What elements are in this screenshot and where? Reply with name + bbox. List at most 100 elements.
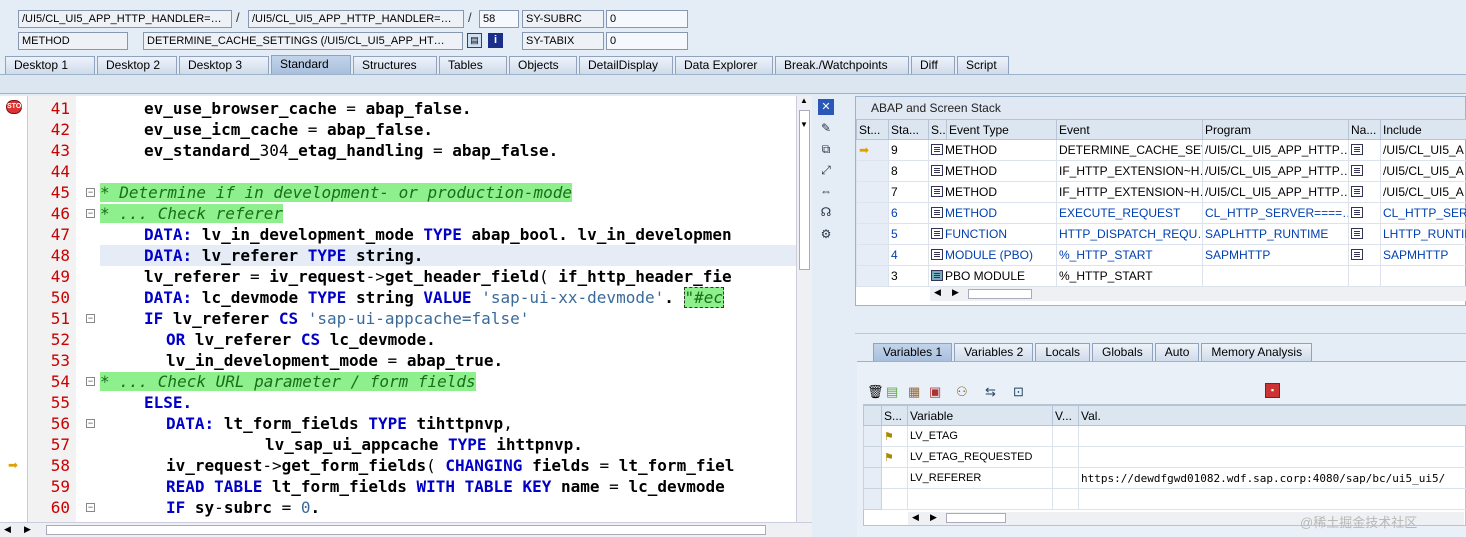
code-line[interactable]: ev_use_icm_cache = abap_false. — [100, 119, 433, 140]
stack-row[interactable]: 6 METHOD EXECUTE_REQUEST CL_HTTP_SERVER====… — [856, 202, 1466, 224]
tab-globals[interactable]: Globals — [1092, 343, 1153, 361]
navigate-icon[interactable] — [1351, 186, 1363, 197]
services-icon[interactable]: ☊ — [818, 204, 834, 220]
variable-row[interactable]: ⚑ LV_ETAG — [863, 425, 1466, 447]
stack-scroll-right-icon[interactable]: ▶ — [952, 287, 959, 298]
var-scroll-left-icon[interactable]: ◀ — [912, 512, 919, 523]
tab-structures[interactable]: Structures — [353, 56, 437, 74]
editor-horizontal-scrollbar[interactable]: ◀ ▶ — [0, 522, 812, 537]
scroll-right-icon[interactable]: ▶ — [24, 524, 31, 535]
hierarchy-icon[interactable]: ⚇ — [956, 384, 968, 400]
breakpoint-gutter[interactable]: STOP ➡ — [0, 96, 28, 522]
tab-locals[interactable]: Locals — [1035, 343, 1090, 361]
code-line[interactable]: lv_sap_ui_appcache TYPE ihttpnvp. — [100, 434, 583, 455]
stack-row[interactable]: 3 PBO MODULE %_HTTP_START — [856, 265, 1466, 287]
save-icon[interactable]: ▪ — [1265, 383, 1280, 398]
tab-variables-2[interactable]: Variables 2 — [954, 343, 1034, 361]
stack-scroll-thumb[interactable] — [968, 289, 1032, 299]
hscroll-thumb[interactable] — [46, 525, 766, 535]
source-icon[interactable]: ▤ — [467, 33, 482, 48]
stack-column-header[interactable]: Sta... — [888, 119, 929, 140]
code-line[interactable]: OR lv_referer CS lc_devmode. — [100, 329, 436, 350]
line-number-field[interactable]: 58 — [479, 10, 519, 28]
tab-detaildisplay[interactable]: DetailDisplay — [579, 56, 673, 74]
source-editor[interactable]: STOP ➡ 41 42 43 44 45 46 47 48 49 50 51 52 53 54 55 56 5… — [0, 96, 812, 522]
fold-toggle-icon[interactable]: − — [86, 188, 95, 197]
scroll-thumb[interactable] — [799, 110, 810, 270]
tab-objects[interactable]: Objects — [509, 56, 577, 74]
variable-column-header[interactable]: S... — [881, 405, 908, 426]
stack-column-header[interactable]: Event Type — [946, 119, 1057, 140]
stack-hscroll[interactable]: ◀ ▶ — [930, 287, 1466, 301]
code-line[interactable]: ev_use_browser_cache = abap_false. — [100, 98, 472, 119]
stack-column-header[interactable]: Event — [1056, 119, 1203, 140]
stack-row[interactable]: 4 MODULE (PBO) %_HTTP_START SAPMHTTP SAPMHTT… — [856, 244, 1466, 266]
code-line[interactable]: ELSE. — [100, 392, 192, 413]
code-area[interactable]: ev_use_browser_cache = abap_false. ev_use… — [100, 96, 796, 522]
stack-row[interactable]: 7 METHOD IF_HTTP_EXTENSION~H…/UI5/CL_UI5_A… — [856, 181, 1466, 203]
stack-column-header[interactable]: S... — [928, 119, 947, 140]
settings-icon[interactable]: ⚙ — [818, 226, 834, 242]
tab-diff[interactable]: Diff — [911, 56, 955, 74]
editor-vertical-scrollbar[interactable]: ▲ ▼ — [796, 96, 812, 522]
variable-change-icon[interactable]: ⚑ — [884, 452, 894, 464]
info-icon[interactable]: i — [488, 33, 503, 48]
variable-column-header[interactable]: V... — [1052, 405, 1079, 426]
code-line[interactable]: ev_standard_304_etag_handling = abap_fal… — [100, 140, 558, 161]
variable-column-header[interactable]: Variable — [907, 405, 1053, 426]
code-line[interactable]: DATA: lt_form_fields TYPE tihttpnvp, — [100, 413, 513, 434]
panel-splitter[interactable] — [855, 306, 1466, 334]
tab-script[interactable]: Script — [957, 56, 1009, 74]
code-line[interactable]: lv_in_development_mode = abap_true. — [100, 350, 503, 371]
event-type-field[interactable]: METHOD — [18, 32, 128, 50]
scroll-up-icon[interactable]: ▲ — [800, 96, 808, 105]
close-icon[interactable]: ✕ — [818, 99, 834, 115]
stack-scroll-left-icon[interactable]: ◀ — [934, 287, 941, 298]
stack-column-header[interactable]: Na... — [1348, 119, 1381, 140]
fold-toggle-icon[interactable]: − — [86, 377, 95, 386]
code-line[interactable]: IF lv_referer CS 'sap-ui-appcache=false' — [100, 308, 529, 329]
tab-desktop-3[interactable]: Desktop 3 — [179, 56, 269, 74]
tab-memory-analysis[interactable]: Memory Analysis — [1201, 343, 1313, 361]
variable-row[interactable]: LV_REFERER https://dewdfgwd01082.wdf.sap.… — [863, 467, 1466, 489]
delete-icon[interactable]: 🗑 — [867, 384, 884, 400]
fold-toggle-icon[interactable]: − — [86, 314, 95, 323]
load-list-icon[interactable]: ▣ — [929, 384, 941, 400]
navigate-icon[interactable] — [1351, 144, 1363, 155]
tab-data-explorer[interactable]: Data Explorer — [675, 56, 773, 74]
code-line[interactable]: lv_referer = iv_request->get_header_fiel… — [100, 266, 732, 287]
scroll-left-icon[interactable]: ◀ — [4, 524, 11, 535]
stack-row[interactable]: ➡9METHODDETERMINE_CACHE_SET…/UI5/CL_UI5_… — [856, 139, 1466, 161]
var-scroll-right-icon[interactable]: ▶ — [930, 512, 937, 523]
class-path-field[interactable]: /UI5/CL_UI5_APP_HTTP_HANDLER=… — [18, 10, 232, 28]
code-line[interactable]: * ... Check URL parameter / form fields — [100, 371, 476, 392]
code-line[interactable]: DATA: lv_referer TYPE string. — [100, 245, 796, 266]
display-icon[interactable]: ⊡ — [1013, 384, 1024, 400]
scroll-down-icon[interactable]: ▼ — [800, 120, 808, 129]
tab-tables[interactable]: Tables — [439, 56, 507, 74]
list-view-icon[interactable]: ▤ — [886, 384, 898, 400]
fold-toggle-icon[interactable]: − — [86, 503, 95, 512]
code-line[interactable]: IF sy-subrc = 0. — [100, 497, 320, 518]
tab-standard[interactable]: Standard — [271, 55, 351, 74]
full-screen-icon[interactable]: ⤢ — [818, 162, 834, 178]
variable-change-icon[interactable]: ⚑ — [884, 431, 894, 443]
sy-subrc-value[interactable]: 0 — [606, 10, 688, 28]
stack-column-header[interactable]: Include — [1380, 119, 1466, 140]
code-line[interactable]: DATA: lv_in_development_mode TYPE abap_b… — [100, 224, 732, 245]
stack-column-header[interactable]: St... — [856, 119, 889, 140]
var-scroll-thumb[interactable] — [946, 513, 1006, 523]
tab-desktop-1[interactable]: Desktop 1 — [5, 56, 95, 74]
tab-auto[interactable]: Auto — [1154, 343, 1200, 361]
variable-column-header[interactable]: Val. — [1078, 405, 1466, 426]
code-line[interactable]: iv_request->get_form_fields( CHANGING fi… — [100, 455, 734, 476]
code-line[interactable]: * Determine if in development- or produc… — [100, 182, 573, 203]
navigate-icon[interactable] — [1351, 249, 1363, 260]
code-line[interactable]: * ... Check referer — [100, 203, 284, 224]
breakpoint-stop-icon[interactable]: STOP — [6, 100, 26, 114]
stack-row[interactable]: 5 FUNCTION HTTP_DISPATCH_REQU… SAPLHTTP_RUN… — [856, 223, 1466, 245]
code-line[interactable]: READ TABLE lt_form_fields WITH TABLE KEY… — [100, 476, 725, 497]
code-line[interactable]: DATA: lc_devmode TYPE string VALUE 'sap-… — [100, 287, 725, 308]
fold-toggle-icon[interactable]: − — [86, 209, 95, 218]
variable-row[interactable] — [863, 488, 1466, 510]
